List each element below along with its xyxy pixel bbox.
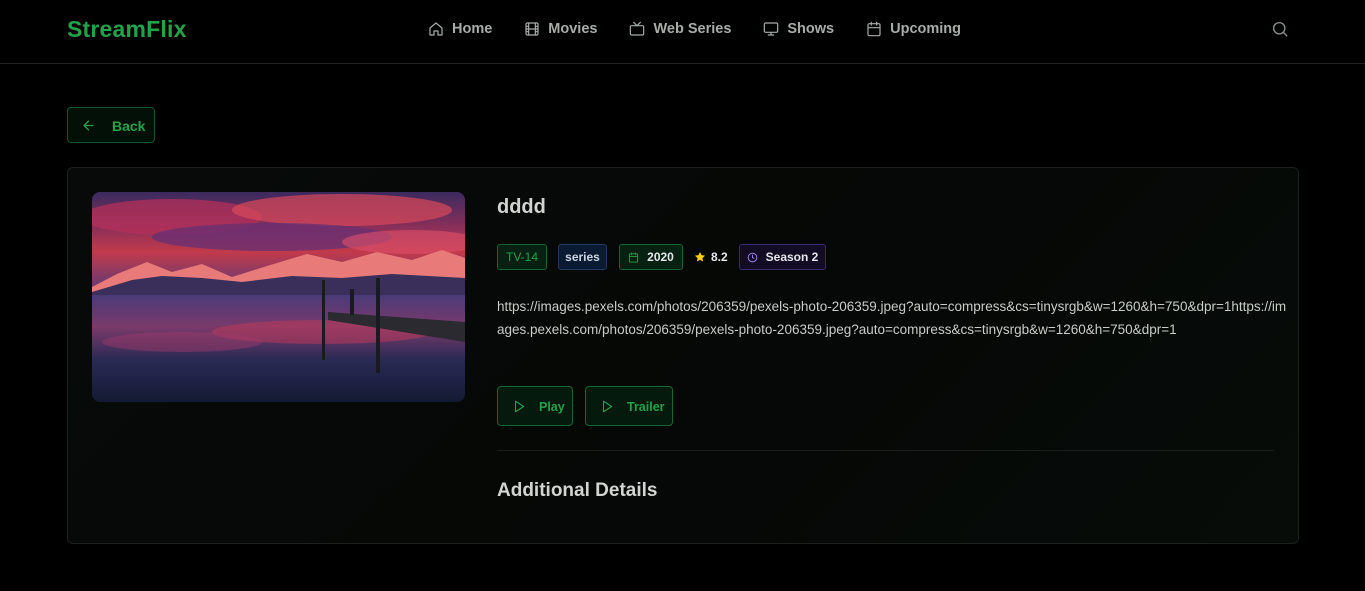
score-value: 8.2 <box>711 250 728 264</box>
monitor-icon <box>764 22 779 36</box>
film-icon <box>525 22 539 36</box>
trailer-button-label: Trailer <box>627 400 665 414</box>
nav-item-shows[interactable]: Shows <box>763 19 834 39</box>
search-icon <box>1272 21 1288 37</box>
trailer-button[interactable]: Trailer <box>585 386 673 426</box>
play-icon <box>602 400 613 413</box>
poster-image <box>92 192 465 402</box>
description: https://images.pexels.com/photos/206359/… <box>497 299 1287 337</box>
score-badge: 8.2 <box>694 244 730 270</box>
play-button-label: Play <box>539 400 565 414</box>
nav-item-movies[interactable]: Movies <box>524 19 597 39</box>
title: dddd <box>497 196 546 218</box>
nav-item-web-series[interactable]: Web Series <box>629 19 731 39</box>
season-value: Season 2 <box>765 250 819 264</box>
nav-item-label: Shows <box>787 21 835 37</box>
top-navbar: StreamFlix Home Movies Web Series Shows … <box>0 0 1365 64</box>
play-icon <box>514 400 525 413</box>
nav-item-upcoming[interactable]: Upcoming <box>866 19 961 39</box>
main-nav: Home Movies Web Series Shows Upcoming <box>428 19 961 39</box>
home-icon <box>429 22 443 36</box>
additional-details-heading: Additional Details <box>497 480 658 501</box>
search-button[interactable] <box>1271 20 1291 40</box>
tv-icon <box>630 21 645 36</box>
play-button[interactable]: Play <box>497 386 573 426</box>
back-button-label: Back <box>112 118 146 134</box>
calendar-icon <box>867 21 881 37</box>
year-badge: 2020 <box>619 244 683 270</box>
season-badge: Season 2 <box>739 244 826 270</box>
back-button[interactable]: Back <box>67 107 155 143</box>
nav-item-label: Home <box>452 21 493 37</box>
detail-card: dddd TV-14 series 2020 8.2 Season 2 http… <box>67 167 1299 544</box>
clock-icon <box>747 252 757 262</box>
nav-item-label: Web Series <box>653 21 732 37</box>
nav-item-label: Movies <box>548 21 598 37</box>
type-badge: series <box>558 244 607 270</box>
year-value: 2020 <box>647 250 674 264</box>
nav-item-home[interactable]: Home <box>428 19 492 39</box>
nav-item-label: Upcoming <box>890 21 962 37</box>
content-rating-badge: TV-14 <box>497 244 547 270</box>
app-logo[interactable]: StreamFlix <box>67 16 187 43</box>
arrow-left-icon <box>83 120 94 131</box>
section-divider <box>497 450 1274 451</box>
calendar-icon <box>629 251 639 263</box>
star-icon <box>695 252 705 262</box>
